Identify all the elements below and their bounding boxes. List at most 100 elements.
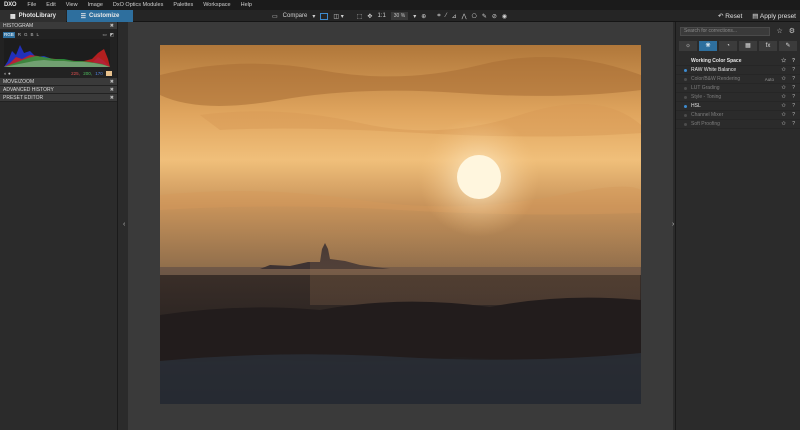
local-adjust-icon[interactable]: ✎ <box>482 13 487 20</box>
help-icon[interactable]: ? <box>792 120 795 129</box>
preset-editor-header[interactable]: PRESET EDITOR ✖ <box>0 94 117 102</box>
star-icon[interactable]: ✩ <box>781 102 786 111</box>
sliders-icon: ☰ <box>80 13 87 20</box>
palette-lut-grading[interactable]: LUT Grading ✩ ? <box>676 84 800 93</box>
palette-raw-white-balance[interactable]: RAW White Balance ✩ ? <box>676 66 800 75</box>
menu-optics-modules[interactable]: DxO Optics Modules <box>108 2 168 8</box>
compare-icon[interactable]: ▭ <box>272 13 278 20</box>
split-view-icon[interactable]: ◫ ▾ <box>333 13 343 20</box>
palette-working-color-space[interactable]: Working Color Space ✩ ? <box>676 57 800 66</box>
crop-icon[interactable]: ⌗ <box>437 13 440 20</box>
search-input[interactable]: Search for corrections... <box>680 27 770 36</box>
apply-preset-label: Apply preset <box>759 13 796 20</box>
help-icon[interactable]: ? <box>792 66 795 75</box>
enabled-indicator[interactable] <box>684 123 687 126</box>
one-to-one-button[interactable]: 1:1 <box>377 13 385 19</box>
eyedropper-icon[interactable]: ⁄ <box>446 13 447 19</box>
star-icon[interactable]: ✩ <box>781 111 786 120</box>
help-icon[interactable]: ? <box>792 75 795 84</box>
category-detail[interactable]: ◔ <box>719 41 737 51</box>
collapse-left-panel-icon[interactable]: ‹ <box>123 221 125 228</box>
menu-edit[interactable]: Edit <box>41 2 60 8</box>
enabled-indicator[interactable] <box>684 69 687 72</box>
star-icon[interactable]: ✩ <box>781 57 786 66</box>
zoom-level[interactable]: 30 % <box>390 12 409 20</box>
collapse-right-panel-icon[interactable]: › <box>672 221 674 228</box>
single-view-button[interactable] <box>320 12 329 20</box>
palette-channel-mixer[interactable]: Channel Mixer ✩ ? <box>676 111 800 120</box>
star-icon[interactable]: ✩ <box>781 93 786 102</box>
category-color[interactable]: ❋ <box>699 41 717 51</box>
straighten-icon[interactable]: ⊿ <box>452 13 457 20</box>
close-icon[interactable]: ✖ <box>110 78 114 86</box>
dropdown-icon[interactable]: ▾ <box>312 13 315 20</box>
palette-hsl[interactable]: HSL ✩ ? <box>676 102 800 111</box>
help-icon[interactable]: ? <box>792 84 795 93</box>
palette-label: LUT Grading <box>691 85 720 91</box>
zoom-dropdown-icon[interactable]: ▾ <box>413 13 416 20</box>
compare-button[interactable]: Compare <box>283 13 308 19</box>
palette-label: Channel Mixer <box>691 112 724 118</box>
menu-image[interactable]: Image <box>83 2 108 8</box>
category-light[interactable]: ☼ <box>679 41 697 51</box>
menu-workspace[interactable]: Workspace <box>198 2 235 8</box>
channel-g[interactable]: G <box>24 32 28 38</box>
channel-r[interactable]: R <box>18 32 21 38</box>
preview-eye-icon[interactable]: ◉ <box>502 13 507 20</box>
star-icon[interactable]: ✩ <box>781 75 786 84</box>
favorite-icon[interactable]: ☆ <box>776 27 782 35</box>
tab-photolibrary[interactable]: ▦ PhotoLibrary <box>0 10 66 22</box>
menu-view[interactable]: View <box>61 2 83 8</box>
enabled-indicator[interactable] <box>684 96 687 99</box>
palette-list: Working Color Space ✩ ? RAW White Balanc… <box>676 57 800 129</box>
advanced-history-header[interactable]: ADVANCED HISTORY ✖ <box>0 86 117 94</box>
star-icon[interactable]: ✩ <box>781 66 786 75</box>
palette-label: RAW White Balance <box>691 67 737 73</box>
perspective-icon[interactable]: ⋀ <box>462 13 467 20</box>
histogram-header[interactable]: HISTOGRAM ✖ <box>0 22 117 30</box>
help-icon[interactable]: ? <box>792 111 795 120</box>
category-fx[interactable]: fx <box>759 41 777 51</box>
enabled-indicator[interactable] <box>684 78 687 81</box>
palette-soft-proofing[interactable]: Soft Proofing ✩ ? <box>676 120 800 129</box>
reset-button[interactable]: ↶ Reset <box>718 12 742 20</box>
category-geometry[interactable]: ▦ <box>739 41 757 51</box>
zoom-in-icon[interactable]: ⊕ <box>421 13 426 20</box>
menu-palettes[interactable]: Palettes <box>168 2 198 8</box>
close-icon[interactable]: ✖ <box>110 94 114 102</box>
channel-b[interactable]: B <box>31 32 34 38</box>
histogram-channel-tabs: RGB R G B L ▭ ◩ <box>3 32 114 38</box>
tab-photolibrary-label: PhotoLibrary <box>18 13 56 19</box>
apply-preset-button[interactable]: ▤ Apply preset <box>752 12 796 20</box>
move-zoom-header[interactable]: MOVE/ZOOM ✖ <box>0 78 117 86</box>
channel-l[interactable]: L <box>37 32 40 38</box>
clipping-icon[interactable]: ◩ <box>110 32 114 38</box>
menu-bar: DXO File Edit View Image DxO Optics Modu… <box>0 0 800 10</box>
help-icon[interactable]: ? <box>792 57 795 66</box>
move-icon[interactable]: ✥ <box>367 13 372 20</box>
fit-icon[interactable]: ⬚ <box>357 13 363 20</box>
enabled-indicator[interactable] <box>684 87 687 90</box>
enabled-indicator[interactable] <box>684 114 687 117</box>
star-icon[interactable]: ✩ <box>781 120 786 129</box>
close-icon[interactable]: ✖ <box>110 86 114 94</box>
palette-style-toning[interactable]: Style - Toning ✩ ? <box>676 93 800 102</box>
watermark-icon[interactable]: ⊘ <box>492 13 497 20</box>
photo-preview[interactable] <box>160 45 641 404</box>
repair-icon[interactable]: ⎔ <box>472 13 477 20</box>
menu-help[interactable]: Help <box>236 2 257 8</box>
channel-rgb[interactable]: RGB <box>3 32 15 38</box>
menu-file[interactable]: File <box>22 2 41 8</box>
histogram-title: HISTOGRAM <box>3 23 34 29</box>
help-icon[interactable]: ? <box>792 93 795 102</box>
enabled-indicator[interactable] <box>684 105 687 108</box>
palette-color-bw-rendering[interactable]: Color/B&W Rendering Auto ✩ ? <box>676 75 800 84</box>
settings-icon[interactable]: ⚙ <box>789 27 795 35</box>
shadow-clip-icons[interactable]: ◐ ● <box>4 71 11 76</box>
star-icon[interactable]: ✩ <box>781 84 786 93</box>
tab-customize[interactable]: ☰ Customize <box>67 10 133 22</box>
category-local[interactable]: ✎ <box>779 41 797 51</box>
help-icon[interactable]: ? <box>792 102 795 111</box>
close-icon[interactable]: ✖ <box>110 22 114 30</box>
monitor-icon[interactable]: ▭ <box>102 32 106 38</box>
